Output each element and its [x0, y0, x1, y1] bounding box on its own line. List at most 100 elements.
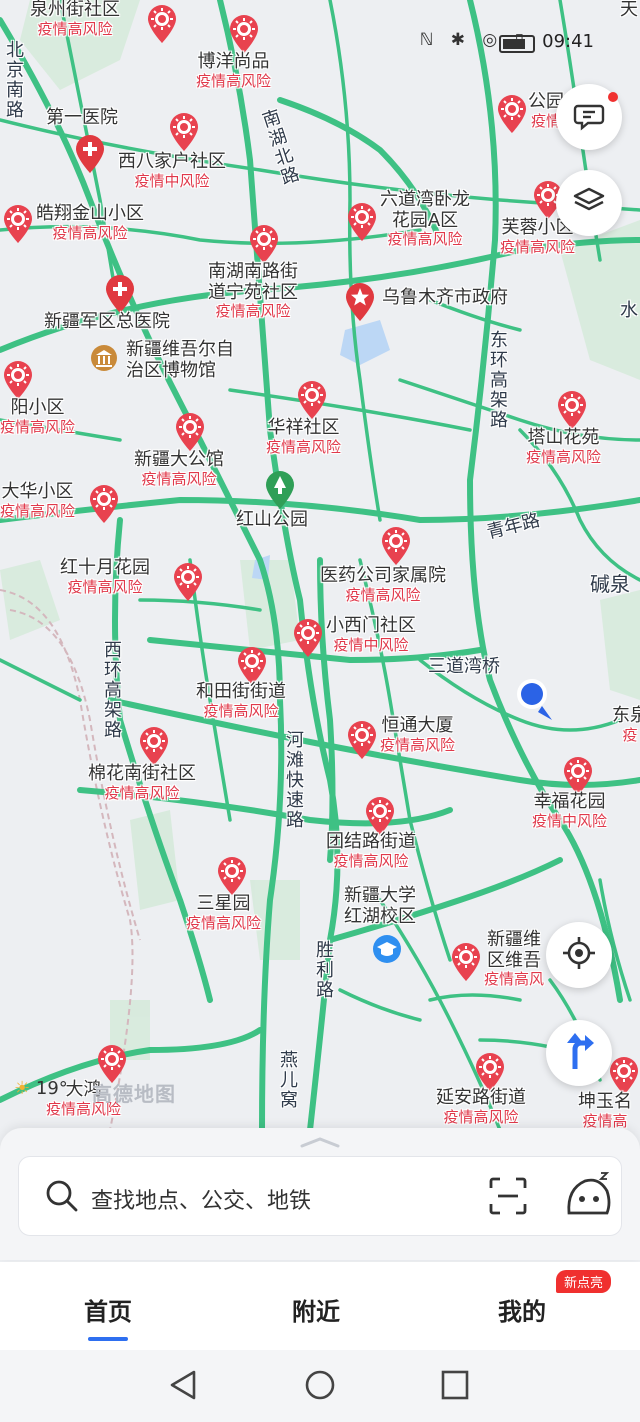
- poi-label-tashan[interactable]: 塔山花苑 疫情高风险: [526, 427, 601, 466]
- layers-icon: [571, 183, 607, 223]
- risk-pin-icon[interactable]: [172, 562, 204, 602]
- risk-pin-icon[interactable]: [248, 224, 280, 264]
- poi-label-huaxiang[interactable]: 华祥社区 疫情高风险: [266, 417, 341, 456]
- risk-level: 疫情中风险: [532, 811, 608, 830]
- route-button[interactable]: [546, 1020, 612, 1086]
- museum-icon[interactable]: [90, 344, 118, 372]
- poi-label-liudaowan[interactable]: 六道湾卧龙 花园A区 疫情高风险: [380, 189, 470, 249]
- poi-label-kunyu[interactable]: 坤玉名 疫情高: [578, 1091, 632, 1130]
- risk-pin-icon[interactable]: [296, 380, 328, 420]
- risk-pin-icon[interactable]: [496, 94, 528, 134]
- poi-label-museum[interactable]: 新疆维吾尔自 治区博物馆: [126, 339, 234, 381]
- risk-pin-icon[interactable]: [138, 726, 170, 766]
- poi-name: 三星园: [196, 893, 251, 914]
- poi-name: 东泉: [612, 705, 640, 726]
- risk-level: 疫情高风险: [203, 701, 279, 720]
- poi-name: 塔山花苑: [527, 427, 600, 448]
- assistant-icon[interactable]: [563, 1169, 613, 1225]
- risk-level: 疫情高风险: [387, 230, 463, 249]
- risk-level: 疫情高风险: [196, 71, 272, 90]
- government-icon[interactable]: [344, 282, 376, 322]
- poi-label-hetian[interactable]: 和田街街道 疫情高风险: [196, 681, 286, 720]
- poi-label-haoxiang[interactable]: 皓翔金山小区 疫情高风险: [36, 203, 144, 242]
- poi-label-nanhu[interactable]: 南湖南路街 道宁苑社区 疫情高风险: [208, 261, 298, 321]
- university-icon[interactable]: [372, 934, 402, 964]
- poi-label-xibajiahu[interactable]: 西八家户社区 疫情中风险: [118, 151, 226, 190]
- sheet-handle[interactable]: [298, 1134, 342, 1148]
- poi-name: 恒通大厦: [381, 715, 454, 736]
- risk-pin-icon[interactable]: [380, 526, 412, 566]
- poi-label-xingfu[interactable]: 幸福花园 疫情中风险: [532, 791, 608, 830]
- status-time: 09:41: [542, 31, 594, 52]
- risk-pin-icon[interactable]: [168, 112, 200, 152]
- risk-pin-icon[interactable]: [364, 796, 396, 836]
- risk-level: 疫情高风险: [67, 577, 143, 596]
- risk-pin-icon[interactable]: [608, 1056, 640, 1096]
- poi-name: 幸福花园: [533, 791, 606, 812]
- poi-label-dahua[interactable]: 大华小区 疫情高风险: [0, 481, 75, 520]
- sun-icon: ☀: [14, 1078, 31, 1099]
- risk-pin-icon[interactable]: [2, 360, 34, 400]
- poi-label-hengtong[interactable]: 恒通大厦 疫情高风险: [380, 715, 455, 754]
- back-icon[interactable]: [168, 1368, 198, 1406]
- poi-name: 延安路街道: [436, 1087, 526, 1108]
- tab-mine[interactable]: 我的: [498, 1292, 546, 1327]
- search-placeholder[interactable]: 查找地点、公交、地铁: [91, 1183, 311, 1215]
- poi-label-tuanjie[interactable]: 团结路街道 疫情高风险: [326, 831, 416, 870]
- risk-pin-icon[interactable]: [474, 1052, 506, 1092]
- road-label-hetan: 河滩快速路: [283, 730, 304, 830]
- road-label-sandaowan: 三道湾桥: [428, 656, 500, 677]
- risk-pin-icon[interactable]: [346, 202, 378, 242]
- locate-button[interactable]: [546, 922, 612, 988]
- park-icon[interactable]: [264, 470, 296, 510]
- risk-pin-icon[interactable]: [2, 204, 34, 244]
- poi-label-dagongguan[interactable]: 新疆大公馆 疫情高风险: [134, 449, 224, 488]
- risk-pin-icon[interactable]: [346, 720, 378, 760]
- layers-button[interactable]: [556, 170, 622, 236]
- map-canvas[interactable]: 北京南路 南湖北路 东环高架路 青年路 西环高架路 河滩快速路 胜利路 燕儿窝 …: [0, 0, 640, 1130]
- poi-name: 阳小区: [10, 397, 65, 418]
- risk-pin-icon[interactable]: [292, 618, 324, 658]
- risk-level: 疫情高风险: [52, 223, 128, 242]
- poi-label-east[interactable]: 东泉疫: [612, 705, 640, 744]
- poi-label-hongshiyue[interactable]: 红十月花园 疫情高风险: [60, 557, 150, 596]
- tab-nearby[interactable]: 附近: [292, 1292, 340, 1327]
- risk-pin-icon[interactable]: [236, 646, 268, 686]
- poi-name: 团结路街道: [326, 831, 416, 852]
- poi-label-yanan[interactable]: 延安路街道 疫情高风险: [436, 1087, 526, 1126]
- home-icon[interactable]: [304, 1368, 336, 1406]
- poi-label-mianhua[interactable]: 棉花南街社区 疫情高风险: [88, 763, 196, 802]
- poi-label-hongshan[interactable]: 红山公园: [236, 509, 308, 531]
- poi-label-gov[interactable]: 乌鲁木齐市政府: [382, 287, 508, 309]
- poi-name: 坤玉名: [578, 1091, 632, 1112]
- poi-label-university[interactable]: 新疆大学 红湖校区: [344, 885, 416, 927]
- recent-icon[interactable]: [440, 1368, 470, 1406]
- poi-label-junqu[interactable]: 新疆军区总医院: [44, 311, 170, 333]
- poi-label-yiyao[interactable]: 医药公司家属院 疫情高风险: [320, 565, 446, 604]
- search-sheet[interactable]: 查找地点、公交、地铁: [0, 1128, 640, 1260]
- route-icon: [561, 1031, 597, 1075]
- current-location-marker: [512, 676, 556, 724]
- risk-pin-icon[interactable]: [556, 390, 588, 430]
- poi-label-tian[interactable]: 天: [620, 0, 638, 21]
- search-bar[interactable]: 查找地点、公交、地铁: [18, 1156, 622, 1236]
- risk-level: 疫情高风险: [0, 417, 76, 436]
- risk-pin-icon[interactable]: [88, 484, 120, 524]
- poi-label-hospital1[interactable]: 第一医院: [46, 107, 118, 129]
- poi-label-sanxing[interactable]: 三星园 疫情高风险: [186, 893, 261, 932]
- poi-label-xiaoximen[interactable]: 小西门社区 疫情中风险: [326, 615, 416, 654]
- risk-pin-icon[interactable]: [450, 942, 482, 982]
- weather-widget[interactable]: ☀ 19°: [14, 1078, 68, 1099]
- poi-name: 新疆大公馆: [134, 449, 224, 470]
- risk-pin-icon[interactable]: [174, 412, 206, 452]
- poi-name: 华祥社区: [267, 417, 340, 438]
- risk-pin-icon[interactable]: [216, 856, 248, 896]
- poi-label-yang[interactable]: 阳小区 疫情高风险: [0, 397, 76, 436]
- risk-pin-icon[interactable]: [562, 756, 594, 796]
- hospital-icon[interactable]: [104, 274, 136, 314]
- tab-home[interactable]: 首页: [84, 1292, 132, 1341]
- scan-icon[interactable]: [489, 1177, 527, 1219]
- hospital-icon[interactable]: [74, 134, 106, 174]
- poi-label-xinjiangwei[interactable]: 新疆维 区维吾 疫情高风: [484, 929, 544, 989]
- risk-level: 疫情中风险: [134, 171, 210, 190]
